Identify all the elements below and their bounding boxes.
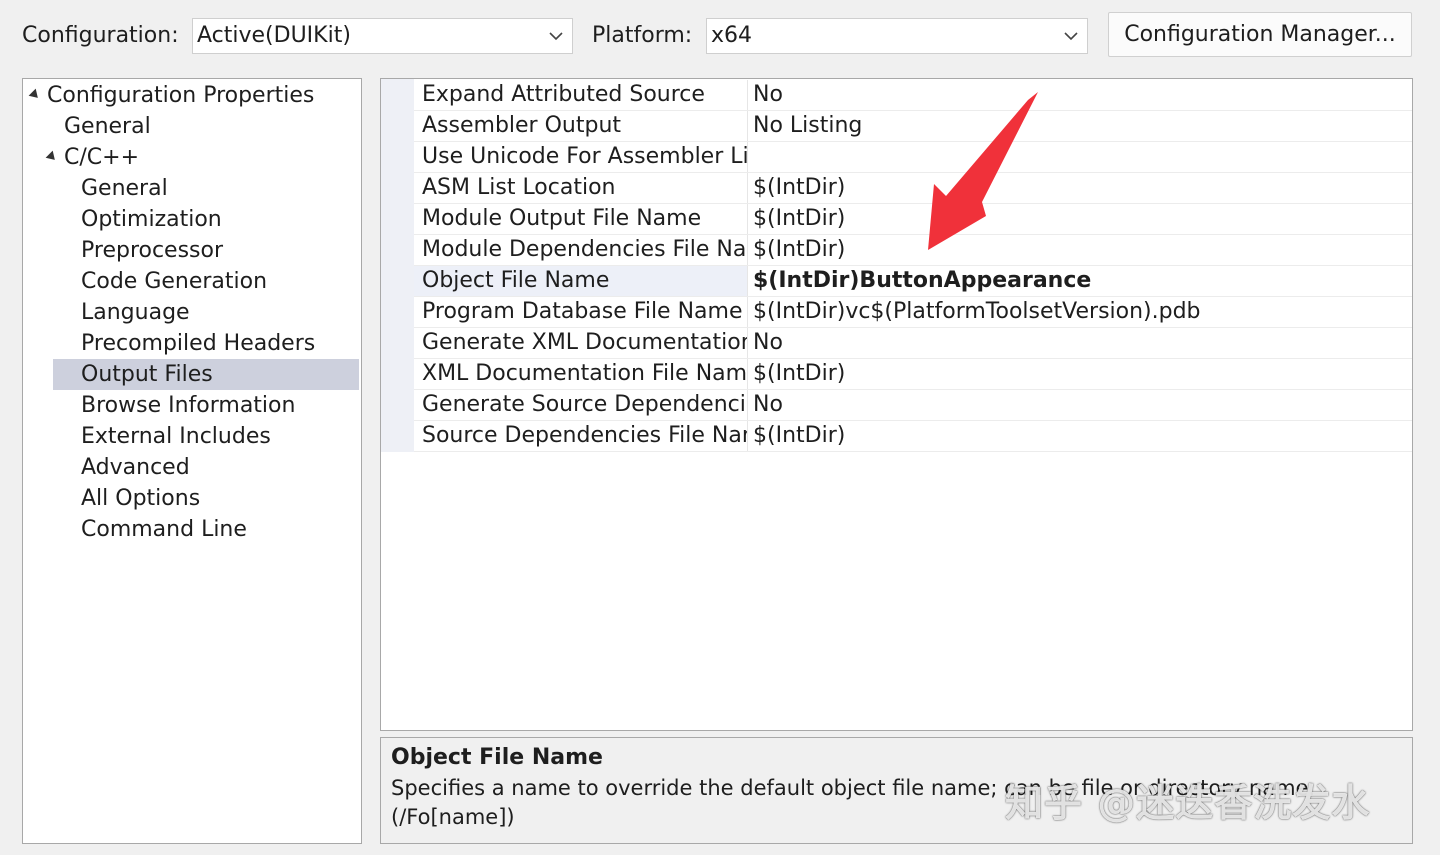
- tree-item-label: C/C++: [64, 145, 140, 170]
- property-name: Use Unicode For Assembler List: [414, 142, 748, 172]
- expanded-triangle-icon[interactable]: [28, 88, 42, 102]
- property-row[interactable]: Generate XML Documentation I No: [414, 328, 1412, 359]
- chevron-down-icon: [1063, 19, 1079, 53]
- property-value[interactable]: No: [749, 328, 1412, 358]
- configuration-value: Active(DUIKit): [197, 23, 351, 48]
- property-value[interactable]: No: [749, 80, 1412, 110]
- property-name: ASM List Location: [414, 173, 748, 203]
- property-value[interactable]: $(IntDir): [749, 359, 1412, 389]
- property-name: Expand Attributed Source: [414, 80, 748, 110]
- tree-item-label: Command Line: [81, 517, 247, 542]
- property-value[interactable]: $(IntDir)vc$(PlatformToolsetVersion).pdb: [749, 297, 1412, 327]
- property-row[interactable]: Program Database File Name $(IntDir)vc$(P…: [414, 297, 1412, 328]
- tree-item-label: General: [64, 114, 151, 139]
- property-tree: Configuration Properties General C/C++ G…: [22, 78, 362, 844]
- tree-item-code-generation[interactable]: Code Generation: [24, 266, 360, 297]
- tree-item-label: Browse Information: [81, 393, 296, 418]
- tree-item-browse-information[interactable]: Browse Information: [24, 390, 360, 421]
- property-value[interactable]: [749, 142, 1412, 172]
- top-toolbar: Configuration: Active(DUIKit) Platform: …: [0, 0, 1440, 72]
- property-value[interactable]: No: [749, 390, 1412, 420]
- tree-item-label: Output Files: [81, 362, 213, 387]
- property-value[interactable]: $(IntDir): [749, 235, 1412, 265]
- property-name: Generate XML Documentation I: [414, 328, 748, 358]
- platform-label: Platform:: [592, 23, 693, 48]
- platform-value: x64: [711, 23, 753, 48]
- tree-item-label: External Includes: [81, 424, 271, 449]
- tree-item-label: Code Generation: [81, 269, 268, 294]
- tree-item-configuration-properties[interactable]: Configuration Properties: [24, 80, 360, 111]
- tree-item-precompiled-headers[interactable]: Precompiled Headers: [24, 328, 360, 359]
- tree-item-all-options[interactable]: All Options: [24, 483, 360, 514]
- tree-item-general[interactable]: General: [24, 111, 360, 142]
- expanded-triangle-icon[interactable]: [45, 150, 59, 164]
- tree-item-optimization[interactable]: Optimization: [24, 204, 360, 235]
- tree-item-label: Advanced: [81, 455, 190, 480]
- configuration-label: Configuration:: [22, 23, 179, 48]
- property-name: Assembler Output: [414, 111, 748, 141]
- property-name: XML Documentation File Name: [414, 359, 748, 389]
- watermark: 知乎 @迷迭香洗发水: [1005, 781, 1371, 825]
- property-name: Program Database File Name: [414, 297, 748, 327]
- tree-item-label: Precompiled Headers: [81, 331, 316, 356]
- property-name: Module Dependencies File Nam: [414, 235, 748, 265]
- property-value[interactable]: $(IntDir): [749, 173, 1412, 203]
- tree-item-preprocessor[interactable]: Preprocessor: [24, 235, 360, 266]
- property-value[interactable]: $(IntDir): [749, 421, 1412, 451]
- property-value[interactable]: $(IntDir)ButtonAppearance: [749, 266, 1412, 296]
- property-name: Source Dependencies File Nam: [414, 421, 748, 451]
- description-title: Object File Name: [391, 745, 603, 770]
- tree-item-general[interactable]: General: [24, 173, 360, 204]
- property-grid: Expand Attributed Source No Assembler Outp…: [380, 78, 1413, 731]
- property-row[interactable]: Source Dependencies File Nam $(IntDir): [414, 421, 1412, 452]
- tree-item-label: General: [81, 176, 168, 201]
- red-arrow-annotation-icon: [928, 92, 1038, 250]
- tree-item-external-includes[interactable]: External Includes: [24, 421, 360, 452]
- configuration-manager-button[interactable]: Configuration Manager...: [1108, 12, 1412, 57]
- platform-dropdown[interactable]: x64: [706, 18, 1088, 54]
- property-name: Generate Source Dependencies: [414, 390, 748, 420]
- property-name: Module Output File Name: [414, 204, 748, 234]
- property-value[interactable]: No Listing: [749, 111, 1412, 141]
- tree-item-label: Preprocessor: [81, 238, 224, 263]
- property-row[interactable]: XML Documentation File Name $(IntDir): [414, 359, 1412, 390]
- property-name: Object File Name: [414, 266, 748, 296]
- property-row[interactable]: Object File Name $(IntDir)ButtonAppearanc…: [414, 266, 1412, 297]
- tree-item-label: Language: [81, 300, 190, 325]
- tree-item-command-line[interactable]: Command Line: [24, 514, 360, 545]
- tree-item-language[interactable]: Language: [24, 297, 360, 328]
- property-row[interactable]: Generate Source Dependencies No: [414, 390, 1412, 421]
- grid-gutter: [381, 79, 414, 452]
- tree-item-label: Configuration Properties: [47, 83, 315, 108]
- tree-item-cpp[interactable]: C/C++: [24, 142, 360, 173]
- tree-item-label: All Options: [81, 486, 201, 511]
- tree-item-advanced[interactable]: Advanced: [24, 452, 360, 483]
- tree-item-label: Optimization: [81, 207, 222, 232]
- configuration-dropdown[interactable]: Active(DUIKit): [192, 18, 573, 54]
- chevron-down-icon: [548, 19, 564, 53]
- tree-item-output-files[interactable]: Output Files: [53, 359, 359, 390]
- property-value[interactable]: $(IntDir): [749, 204, 1412, 234]
